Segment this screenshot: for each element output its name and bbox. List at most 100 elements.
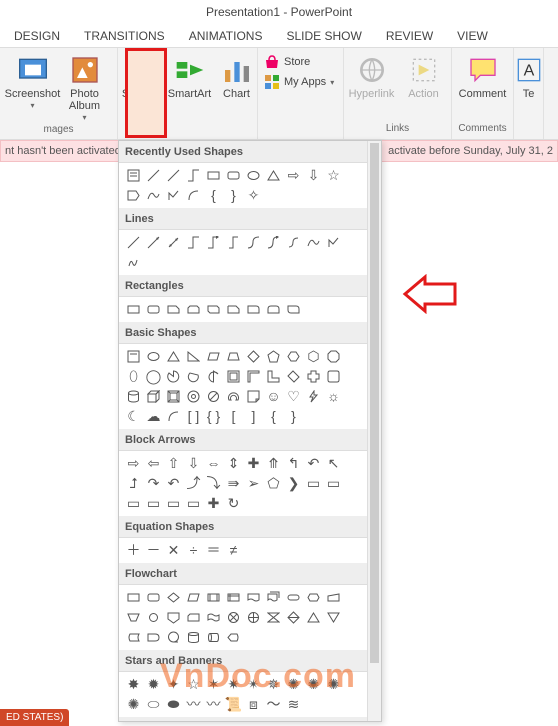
shape-arrow-callout-lr[interactable]: ▭ xyxy=(165,495,182,512)
shape-brace-right[interactable]: } xyxy=(225,187,242,204)
shape-curve-connector[interactable] xyxy=(245,234,262,251)
shape-delay[interactable] xyxy=(145,629,162,646)
shape-trapezoid[interactable] xyxy=(225,348,242,365)
shape-arrow-curve-left[interactable]: ↶ xyxy=(165,475,182,492)
shape-parallelogram[interactable] xyxy=(205,348,222,365)
shape-double-bracket[interactable]: [ ] xyxy=(185,408,202,425)
shape-rounded-rect[interactable] xyxy=(225,167,242,184)
tab-animations[interactable]: ANIMATIONS xyxy=(189,29,263,43)
shape-dodecagon[interactable]: ◯ xyxy=(145,368,162,385)
shape-arrow-quad[interactable]: ✚ xyxy=(245,455,262,472)
text-box-button[interactable]: A Te xyxy=(517,52,541,100)
shape-merge[interactable] xyxy=(325,609,342,626)
tab-view[interactable]: VIEW xyxy=(457,29,488,43)
tab-review[interactable]: REVIEW xyxy=(386,29,433,43)
shape-internal-storage[interactable] xyxy=(225,589,242,606)
shape-arrow-leftrightup[interactable]: ⤊ xyxy=(265,455,282,472)
shape-teardrop[interactable] xyxy=(205,368,222,385)
shape-arrow-callout-d[interactable]: ▭ xyxy=(145,495,162,512)
shape-heart[interactable]: ♡ xyxy=(285,388,302,405)
smartart-button[interactable]: SmartArt xyxy=(165,52,215,100)
shape-wave[interactable]: 〜 xyxy=(265,696,282,713)
shape-heptagon[interactable]: ⬡ xyxy=(305,348,322,365)
shape-arrow-down[interactable]: ⇩ xyxy=(185,455,202,472)
tab-design[interactable]: DESIGN xyxy=(14,29,60,43)
shape-multidoc[interactable] xyxy=(265,589,282,606)
shape-plaque[interactable] xyxy=(325,368,342,385)
shape-arrow-updown[interactable]: ⇕ xyxy=(225,455,242,472)
shape-ribbon-up[interactable]: ⬭ xyxy=(145,696,162,713)
shape-ribbon-curved-up[interactable]: 〰 xyxy=(185,696,202,713)
shape-snip-round[interactable] xyxy=(225,301,242,318)
hyperlink-button[interactable]: Hyperlink xyxy=(348,52,396,100)
shape-process[interactable] xyxy=(125,589,142,606)
shape-freeform[interactable] xyxy=(165,187,182,204)
shape-cube[interactable] xyxy=(145,388,162,405)
shape-rounded-rect[interactable] xyxy=(145,301,162,318)
scrollbar-thumb[interactable] xyxy=(370,143,379,663)
shape-ribbon-down[interactable]: ⬬ xyxy=(165,696,182,713)
shape-equal[interactable]: ＝ xyxy=(205,542,222,559)
shape-arrow-callout-q[interactable]: ✚ xyxy=(205,495,222,512)
shape-scribble[interactable] xyxy=(125,254,142,271)
shape-pentagon[interactable] xyxy=(125,187,142,204)
shape-star32[interactable]: ✺ xyxy=(125,696,142,713)
shape-alt-process[interactable] xyxy=(145,589,162,606)
shape-elbow-arrow[interactable] xyxy=(205,234,222,251)
shape-explosion1[interactable]: ✸ xyxy=(125,676,142,693)
shape-manual-input[interactable] xyxy=(325,589,342,606)
shape-arrow-chevron[interactable]: ❯ xyxy=(285,475,302,492)
shape-freeform[interactable] xyxy=(325,234,342,251)
shape-cross[interactable] xyxy=(305,368,322,385)
shape-minus[interactable]: － xyxy=(145,542,162,559)
shape-arrow-callout-u[interactable]: ▭ xyxy=(125,495,142,512)
shape-line[interactable] xyxy=(125,234,142,251)
store-button[interactable]: Store xyxy=(260,52,341,72)
shape-terminator[interactable] xyxy=(285,589,302,606)
shape-right-brace[interactable]: } xyxy=(285,408,302,425)
shape-arrow-callout-l[interactable]: ▭ xyxy=(325,475,342,492)
shape-arrow-callout-ud[interactable]: ▭ xyxy=(185,495,202,512)
shape-star[interactable]: ☆ xyxy=(325,167,342,184)
shape-tape[interactable] xyxy=(205,609,222,626)
shape-left-bracket[interactable]: [ xyxy=(225,408,242,425)
shape-curve[interactable] xyxy=(145,187,162,204)
shape-arrow-leftright[interactable]: ⇔ xyxy=(205,455,222,472)
shape-double-wave[interactable]: ≋ xyxy=(285,696,302,713)
shape-arrow-leftup[interactable]: ↖ xyxy=(325,455,342,472)
shape-brace-left[interactable]: { xyxy=(205,187,222,204)
shape-bevel[interactable] xyxy=(165,388,182,405)
shape-cloud[interactable]: ☁ xyxy=(145,408,162,425)
shape-arrow-bent[interactable]: ↰ xyxy=(285,455,302,472)
shape-diamond[interactable] xyxy=(245,348,262,365)
shape-lightning[interactable] xyxy=(305,388,322,405)
shape-arrow-uturn[interactable]: ↶ xyxy=(305,455,322,472)
photo-album-button[interactable]: Photo Album ▾ xyxy=(61,52,109,124)
shape-extract[interactable] xyxy=(305,609,322,626)
shape-plus[interactable]: ＋ xyxy=(125,542,142,559)
shape-sun[interactable]: ☼ xyxy=(325,388,342,405)
shape-right-bracket[interactable]: ] xyxy=(245,408,262,425)
shape-curve-double[interactable] xyxy=(285,234,302,251)
shape-arrow-striped[interactable]: ⇛ xyxy=(225,475,242,492)
shape-stored-data[interactable] xyxy=(125,629,142,646)
shape-arrow-up[interactable]: ⇧ xyxy=(165,455,182,472)
shape-block-arc[interactable] xyxy=(225,388,242,405)
shape-arc[interactable] xyxy=(185,187,202,204)
shape-lshape[interactable] xyxy=(265,368,282,385)
shape-double-arrow[interactable] xyxy=(165,234,182,251)
shape-rectangle[interactable] xyxy=(205,167,222,184)
shape-round-single[interactable] xyxy=(245,301,262,318)
shape-arc[interactable] xyxy=(165,408,182,425)
shape-card[interactable] xyxy=(185,609,202,626)
shape-ribbon-curved-down[interactable]: 〰 xyxy=(205,696,222,713)
screenshot-button[interactable]: Screenshot ▾ xyxy=(9,52,57,112)
shape-snip-diag[interactable] xyxy=(205,301,222,318)
shape-no-symbol[interactable] xyxy=(205,388,222,405)
shape-curve-arrow[interactable] xyxy=(265,234,282,251)
shape-predefined[interactable] xyxy=(205,589,222,606)
shape-document[interactable] xyxy=(245,589,262,606)
shape-snip-single[interactable] xyxy=(165,301,182,318)
shape-half-frame[interactable] xyxy=(245,368,262,385)
shape-vertical-scroll[interactable]: 📜 xyxy=(225,696,242,713)
